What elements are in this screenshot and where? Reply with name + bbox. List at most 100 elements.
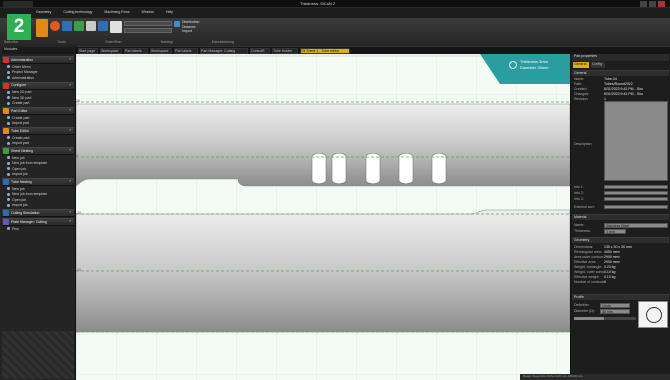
chevron-down-icon[interactable]: ▾ [69,148,71,153]
module-item-label: New job from template [12,161,48,165]
module-section-4[interactable]: Sheet Nesting ▾ [2,147,74,155]
ribbon-button-white[interactable] [110,21,122,33]
ribbon-dropdown-1[interactable] [124,21,172,26]
module-item-label: Create part [12,135,30,140]
module-item-label: Import job [12,203,28,207]
module-item[interactable]: Administration [2,75,74,81]
module-section-2[interactable]: Part Editor ▾ [2,107,74,115]
module-item-icon [7,198,10,202]
profile-scrollbar-thumb[interactable] [574,317,604,320]
tube-editor-canvas[interactable]: 20 0 -20 -20 Thickness 3mm Diameter 30mm [76,54,570,380]
module-item-label: New job [12,186,25,191]
module-section-0[interactable]: Administration ▾ [2,56,74,64]
module-item[interactable]: Plus [2,226,74,232]
menu-cutting-technology[interactable]: Cutting technology [63,10,92,15]
module-section-1[interactable]: Configure ▾ [2,81,74,90]
slot-3 [365,152,381,185]
module-item-icon [7,116,10,120]
info-field[interactable] [604,197,668,201]
info-field[interactable] [604,191,668,195]
chevron-down-icon[interactable]: ▾ [69,210,71,215]
document-tab-bar: Start page Workspace Part labels Workspa… [0,46,670,54]
module-item[interactable]: Create part [2,101,74,107]
ribbon-button-grey[interactable] [86,21,96,31]
module-section-7[interactable]: Plate Manager: Cutting ▾ [2,218,74,226]
group-label-tools: Tools [57,40,66,44]
module-section-6[interactable]: Cutting Simulation ▾ [2,209,74,217]
ribbon-button-blue-2[interactable] [98,21,108,31]
material-row: Thickness: 3 mm [574,228,668,234]
watermark-thickness: Thickness 3mm [520,59,549,64]
maximize-icon[interactable] [649,1,656,7]
menu-help[interactable]: Help [166,10,173,15]
slot-5 [431,152,447,185]
module-section-3[interactable]: Tube Editor ▾ [2,127,74,135]
module-section-title: Tube Editor [11,128,29,133]
menu-window[interactable]: Window [141,10,153,15]
module-item-icon [7,136,10,140]
minimize-icon[interactable] [640,1,647,7]
profile-label: Definition: [574,302,590,307]
canvas-drawing [76,54,570,380]
slot-4 [398,152,414,185]
module-item-label: New 2D part [12,90,32,94]
chevron-down-icon[interactable]: ▾ [69,108,71,113]
module-item[interactable]: Import job [2,172,74,178]
material-value[interactable]: 3 mm [604,228,626,234]
group-label-order-run: Order/Run [105,40,122,44]
ribbon-right-items: Distribution Distance Import [182,20,200,34]
ruler-label-3: -20 [76,211,82,215]
module-section-title: Administration [11,57,34,62]
title-bar: Thickness: SiCoN 2 [0,0,670,8]
material-rows: Name: Stainless Steel Thickness: 3 mm [574,222,668,234]
ribbon-button-red[interactable] [50,21,60,31]
menu-machining-runs[interactable]: Machining Runs [104,10,129,15]
quick-access-toolbar[interactable] [3,1,33,7]
external-field[interactable] [604,205,668,209]
profile-scrollbar[interactable] [574,317,636,320]
module-item-label: Administration [12,75,35,80]
material-value[interactable]: Stainless Steel [604,222,668,228]
ribbon-small-icon[interactable] [174,21,180,27]
info-field[interactable] [604,185,668,189]
profile-value[interactable]: Circle [600,302,630,308]
group-label-selection: Selection [4,40,19,44]
module-item-icon [7,76,10,80]
module-section-5[interactable]: Tube Nesting ▾ [2,178,74,186]
tab-config[interactable]: Config [591,62,605,68]
module-item[interactable]: Import part [2,121,74,127]
profile-row: Definition: Circle [574,302,634,308]
chevron-down-icon[interactable]: ▾ [69,179,71,184]
ribbon-button-orange[interactable] [36,19,48,37]
material-header: Material [572,214,669,220]
ribbon-dropdown-2[interactable] [124,28,172,33]
ribbon-item-import[interactable]: Import [182,29,200,34]
chevron-down-icon[interactable]: ▾ [69,219,71,224]
module-section-title: Part Editor [11,108,28,113]
module-item-icon [7,101,10,105]
module-item-icon [7,121,10,125]
tab-general[interactable]: General [573,62,589,68]
module-item-label: Import job [12,172,28,176]
chevron-down-icon[interactable]: ▾ [69,128,71,133]
module-item-icon [7,227,10,231]
module-item[interactable]: Import part [2,141,74,147]
material-row: Name: Stainless Steel [574,222,668,228]
group-label-nesting: Nesting [160,40,173,44]
property-value: 6 [604,280,606,284]
profile-rows: Definition: Circle Diameter (D): 30 mm [574,302,634,314]
ribbon-button-green[interactable] [74,21,84,31]
description-label: Description: [574,142,593,146]
module-item[interactable]: Import job [2,203,74,209]
watermark-diameter: Diameter 30mm [520,65,549,70]
menu-geometry[interactable]: Geometry [36,10,51,15]
ribbon-button-blue[interactable] [62,21,72,31]
close-icon[interactable] [658,1,665,7]
module-item-label: New 3D part [12,95,32,100]
chevron-down-icon[interactable]: ▾ [69,83,71,88]
modules-panel: Modules Administration ▾ Order Menu Project… [0,46,76,380]
profile-value[interactable]: 30 mm [600,308,630,314]
chevron-down-icon[interactable]: ▾ [69,57,71,62]
description-field[interactable] [604,101,668,181]
module-item-icon [7,167,10,171]
